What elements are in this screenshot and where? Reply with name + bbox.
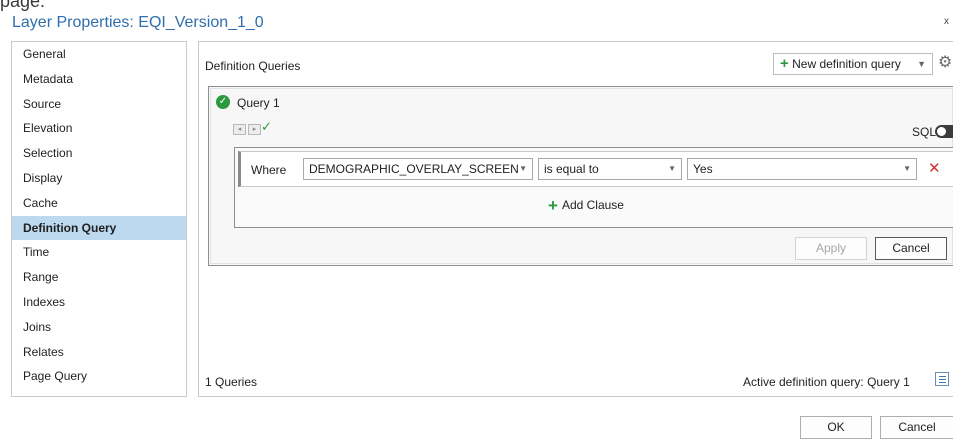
plus-icon: + <box>548 196 558 215</box>
list-icon[interactable] <box>935 372 949 386</box>
chevron-down-icon: ▼ <box>903 164 911 173</box>
add-clause-button[interactable]: + Add Clause <box>548 196 624 216</box>
where-label: Where <box>251 163 287 177</box>
sidebar-item-metadata[interactable]: Metadata <box>12 67 186 92</box>
chevron-down-icon: ▼ <box>668 164 676 173</box>
operator-select[interactable]: is equal to ▼ <box>538 158 682 180</box>
sidebar-item-indexes[interactable]: Indexes <box>12 290 186 315</box>
query-card: ✓ Query 1 ◂ ▸ ✓ SQL Where DEMOGRAPHIC_OVE… <box>208 86 953 266</box>
remove-clause-icon[interactable]: ✕ <box>928 160 941 178</box>
sidebar-item-display[interactable]: Display <box>12 166 186 191</box>
gear-icon[interactable]: ⚙ <box>938 54 953 72</box>
sidebar-item-cache[interactable]: Cache <box>12 191 186 216</box>
new-definition-query-button[interactable]: + New definition query ▼ <box>773 53 933 75</box>
chevron-down-icon[interactable]: ▼ <box>917 54 926 74</box>
cancel-button[interactable]: Cancel <box>880 416 953 439</box>
sql-toggle[interactable] <box>935 125 953 138</box>
sql-label: SQL <box>912 125 937 139</box>
dialog-title: Layer Properties: EQI_Version_1_0 <box>12 14 264 31</box>
definition-query-panel: Definition Queries + New definition quer… <box>198 41 953 397</box>
query-cancel-button[interactable]: Cancel <box>875 237 947 260</box>
sidebar-item-source[interactable]: Source <box>12 92 186 117</box>
sidebar-item-elevation[interactable]: Elevation <box>12 116 186 141</box>
plus-icon: + <box>780 55 789 72</box>
move-right-icon[interactable]: ▸ <box>248 124 261 135</box>
chevron-down-icon: ▼ <box>519 164 527 173</box>
clause-container: Where DEMOGRAPHIC_OVERLAY_SCREEN ▼ is eq… <box>234 147 953 228</box>
clause-row: Where DEMOGRAPHIC_OVERLAY_SCREEN ▼ is eq… <box>238 151 953 187</box>
query-count: 1 Queries <box>205 375 258 389</box>
operator-select-value: is equal to <box>544 162 599 176</box>
sidebar-item-range[interactable]: Range <box>12 265 186 290</box>
sidebar-item-page-query[interactable]: Page Query <box>12 364 186 389</box>
check-circle-icon: ✓ <box>216 95 230 109</box>
move-left-icon[interactable]: ◂ <box>233 124 246 135</box>
sidebar-item-definition-query[interactable]: Definition Query <box>12 215 186 241</box>
apply-button[interactable]: Apply <box>795 237 867 260</box>
sidebar-item-selection[interactable]: Selection <box>12 141 186 166</box>
clipped-text: page. <box>0 0 46 11</box>
section-title: Definition Queries <box>205 59 301 73</box>
sidebar-item-time[interactable]: Time <box>12 240 186 265</box>
new-definition-query-label: New definition query <box>792 57 901 71</box>
toggle-knob <box>937 127 946 136</box>
validate-check-icon[interactable]: ✓ <box>261 119 272 135</box>
sidebar-item-relates[interactable]: Relates <box>12 340 186 365</box>
field-select-value: DEMOGRAPHIC_OVERLAY_SCREEN <box>309 162 519 176</box>
close-icon[interactable]: x <box>944 16 949 27</box>
query-tools: ◂ ▸ <box>233 124 263 136</box>
sidebar-item-joins[interactable]: Joins <box>12 315 186 340</box>
value-select[interactable]: Yes ▼ <box>687 158 917 180</box>
ok-button[interactable]: OK <box>800 416 872 439</box>
sidebar-item-general[interactable]: General <box>12 42 186 67</box>
query-name[interactable]: Query 1 <box>237 96 280 110</box>
active-query-status: Active definition query: Query 1 <box>743 375 910 389</box>
add-clause-label: Add Clause <box>561 198 624 212</box>
value-select-value: Yes <box>693 162 713 176</box>
field-select[interactable]: DEMOGRAPHIC_OVERLAY_SCREEN ▼ <box>303 158 533 180</box>
sidebar-nav: General Metadata Source Elevation Select… <box>11 41 187 397</box>
